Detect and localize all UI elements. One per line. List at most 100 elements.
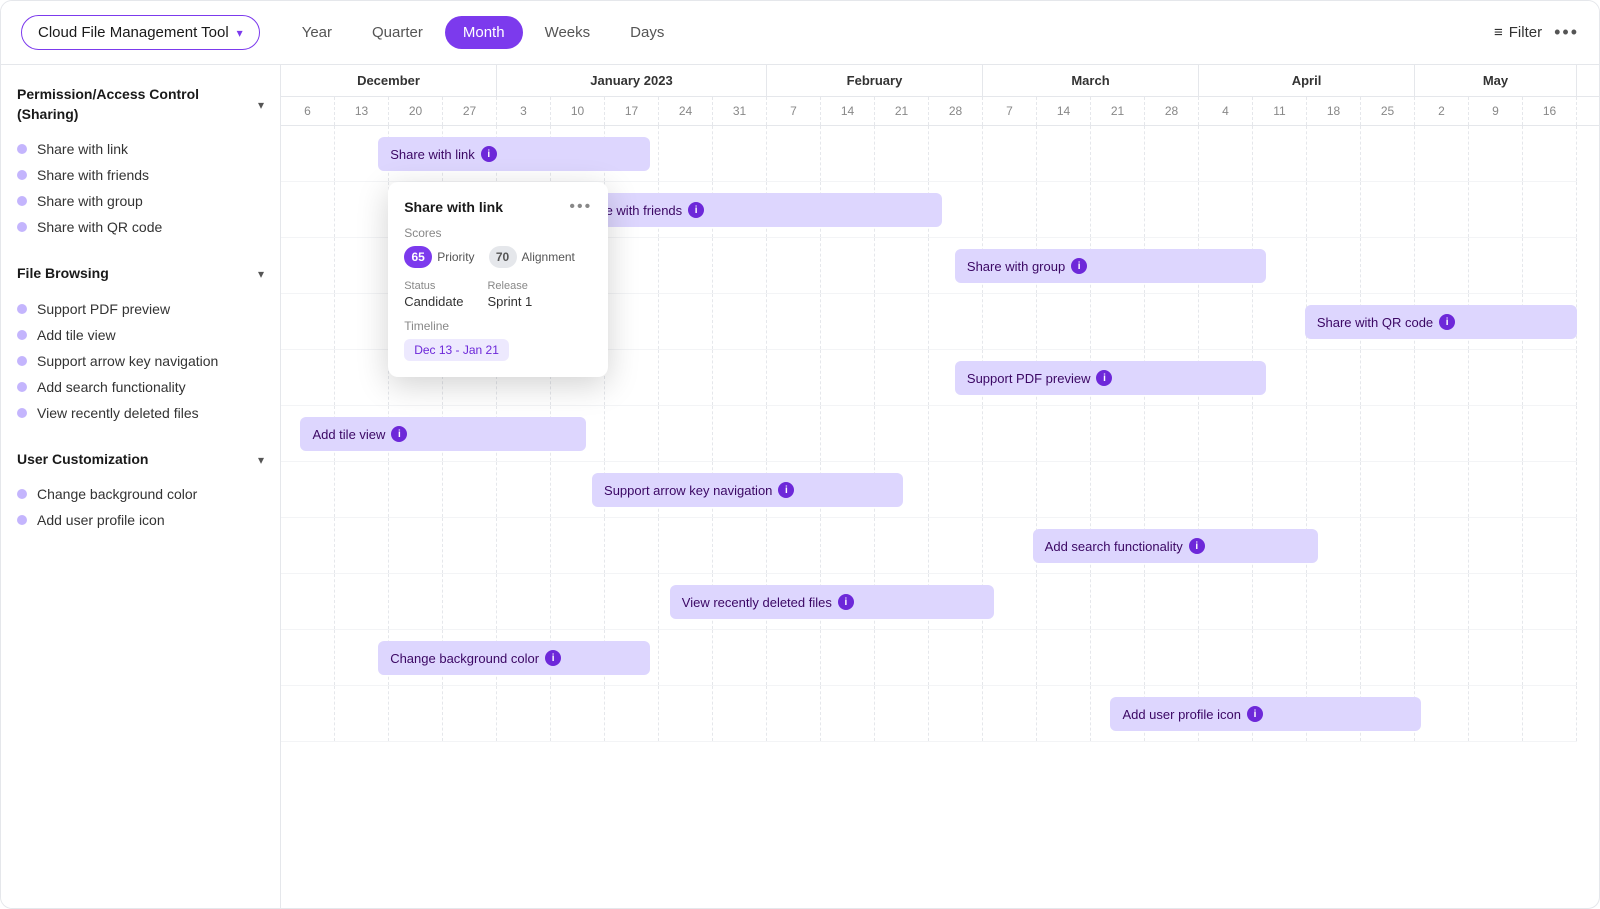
sidebar-item-bg-color[interactable]: Change background color	[17, 481, 264, 507]
sidebar-item-label-arrow: Support arrow key navigation	[37, 353, 218, 369]
sidebar-section-title-sharing: Permission/Access Control (Sharing)	[17, 85, 258, 124]
app-title-label: Cloud File Management Tool	[38, 24, 229, 41]
gantt-bar-profile-icon[interactable]: Add user profile icon i	[1110, 697, 1421, 731]
dot-bg	[17, 489, 27, 499]
dot-share-group	[17, 196, 27, 206]
popup-timeline-label: Timeline	[404, 319, 592, 333]
sidebar-item-share-link[interactable]: Share with link	[17, 136, 264, 162]
info-icon-add-tile[interactable]: i	[391, 426, 407, 442]
gantt-bar-share-friends[interactable]: Share with friendsi	[566, 193, 942, 227]
sidebar-item-arrow-nav[interactable]: Support arrow key navigation	[17, 348, 264, 374]
week-header-cell: 17	[605, 97, 659, 125]
gantt-bar-share-link[interactable]: Share with linki	[378, 137, 650, 171]
header: Cloud File Management Tool ▾ Year Quarte…	[1, 1, 1599, 65]
gantt-bar-pdf-preview[interactable]: Support PDF previewi	[955, 361, 1266, 395]
priority-score-badge: 65	[404, 246, 432, 268]
sidebar-item-share-friends[interactable]: Share with friends	[17, 162, 264, 188]
timeline-area: DecemberJanuary 2023FebruaryMarchAprilMa…	[281, 65, 1599, 908]
sidebar-item-share-group[interactable]: Share with group	[17, 188, 264, 214]
info-icon-share-qr[interactable]: i	[1439, 314, 1455, 330]
info-icon-share-link[interactable]: i	[481, 146, 497, 162]
sidebar-section-header-user-customization[interactable]: User Customization ▾	[17, 450, 264, 470]
sidebar-section-file-browsing: File Browsing ▾ Support PDF preview Add …	[17, 264, 264, 426]
info-icon-pdf-preview[interactable]: i	[1096, 370, 1112, 386]
gantt-bar-add-tile[interactable]: Add tile view i	[300, 417, 585, 451]
sidebar-item-tile-view[interactable]: Add tile view	[17, 322, 264, 348]
tab-weeks[interactable]: Weeks	[527, 16, 609, 49]
dot-profile	[17, 515, 27, 525]
dot-share-friends	[17, 170, 27, 180]
priority-score: 65 Priority	[404, 246, 474, 268]
timeline-body: Share with linkiShare with friendsiShare…	[281, 126, 1599, 908]
main: Permission/Access Control (Sharing) ▾ Sh…	[1, 65, 1599, 908]
popup-scores: 65 Priority 70 Alignment	[404, 246, 592, 268]
popup-more-icon[interactable]: •••	[569, 198, 592, 216]
popup-status-label: Status	[404, 280, 463, 292]
sidebar-item-label-deleted: View recently deleted files	[37, 405, 199, 421]
month-header-cell: December	[281, 65, 497, 96]
popup-header: Share with link •••	[404, 198, 592, 216]
gantt-bar-deleted-files[interactable]: View recently deleted filesi	[670, 585, 994, 619]
gantt-bar-label-search-func: Add search functionality	[1045, 539, 1183, 554]
gantt-bar-bg-color[interactable]: Change background colori	[378, 641, 650, 675]
timeline-row-deleted-files: View recently deleted filesi	[281, 574, 1577, 630]
info-icon-profile-icon[interactable]: i	[1247, 706, 1263, 722]
popup-scores-label: Scores	[404, 226, 592, 240]
week-header-cell: 14	[1037, 97, 1091, 125]
sidebar-section-user-customization: User Customization ▾ Change background c…	[17, 450, 264, 534]
sidebar-item-label-bg: Change background color	[37, 486, 197, 502]
timeline-row-bg-color: Change background colori	[281, 630, 1577, 686]
info-icon-deleted-files[interactable]: i	[838, 594, 854, 610]
week-header-cell: 16	[1523, 97, 1577, 125]
info-icon-search-func[interactable]: i	[1189, 538, 1205, 554]
dot-share-qr	[17, 222, 27, 232]
timeline-row-add-tile: Add tile view i	[281, 406, 1577, 462]
popup-status-value: Candidate	[404, 294, 463, 309]
week-header-cell: 3	[497, 97, 551, 125]
sidebar-item-label-share-friends: Share with friends	[37, 167, 149, 183]
sidebar-item-pdf-preview[interactable]: Support PDF preview	[17, 296, 264, 322]
week-header-cell: 24	[659, 97, 713, 125]
week-header-cell: 28	[1145, 97, 1199, 125]
timeline-row-search-func: Add search functionality i	[281, 518, 1577, 574]
sidebar-item-search[interactable]: Add search functionality	[17, 374, 264, 400]
chevron-down-icon: ▾	[237, 26, 243, 40]
more-icon[interactable]: •••	[1554, 22, 1579, 43]
sidebar-item-profile-icon[interactable]: Add user profile icon	[17, 507, 264, 533]
info-icon-share-friends[interactable]: i	[688, 202, 704, 218]
month-header-cell: April	[1199, 65, 1415, 96]
gantt-bar-share-group[interactable]: Share with groupi	[955, 249, 1266, 283]
app-title-button[interactable]: Cloud File Management Tool ▾	[21, 15, 260, 50]
alignment-score: 70 Alignment	[489, 246, 575, 268]
sidebar-item-share-qr[interactable]: Share with QR code	[17, 214, 264, 240]
tab-month[interactable]: Month	[445, 16, 523, 49]
gantt-bar-label-arrow-nav: Support arrow key navigation	[604, 483, 772, 498]
week-header-cell: 7	[983, 97, 1037, 125]
tab-year[interactable]: Year	[284, 16, 350, 49]
info-icon-arrow-nav[interactable]: i	[778, 482, 794, 498]
sidebar-item-deleted-files[interactable]: View recently deleted files	[17, 400, 264, 426]
week-header-cell: 21	[875, 97, 929, 125]
tab-quarter[interactable]: Quarter	[354, 16, 441, 49]
gantt-bar-share-qr[interactable]: Share with QR codei	[1305, 305, 1577, 339]
share-link-popup: Share with link ••• Scores 65 Priority 7…	[388, 182, 608, 377]
info-icon-bg-color[interactable]: i	[545, 650, 561, 666]
info-icon-share-group[interactable]: i	[1071, 258, 1087, 274]
gantt-bar-arrow-nav[interactable]: Support arrow key navigation i	[592, 473, 903, 507]
sidebar-section-header-sharing[interactable]: Permission/Access Control (Sharing) ▾	[17, 85, 264, 124]
week-header-cell: 6	[281, 97, 335, 125]
week-header-cell: 11	[1253, 97, 1307, 125]
gantt-bar-label-add-tile: Add tile view	[312, 427, 385, 442]
gantt-bar-label-profile-icon: Add user profile icon	[1122, 707, 1241, 722]
sidebar-item-label-share-group: Share with group	[37, 193, 143, 209]
week-header-cell: 4	[1199, 97, 1253, 125]
month-header-cell: March	[983, 65, 1199, 96]
week-header-cell: 20	[389, 97, 443, 125]
filter-button[interactable]: ≡ Filter	[1494, 24, 1542, 41]
tab-days[interactable]: Days	[612, 16, 682, 49]
gantt-bar-search-func[interactable]: Add search functionality i	[1033, 529, 1318, 563]
sidebar-item-label-search: Add search functionality	[37, 379, 186, 395]
timeline-header: DecemberJanuary 2023FebruaryMarchAprilMa…	[281, 65, 1599, 126]
sidebar-section-header-file-browsing[interactable]: File Browsing ▾	[17, 264, 264, 284]
alignment-score-badge: 70	[489, 246, 517, 268]
